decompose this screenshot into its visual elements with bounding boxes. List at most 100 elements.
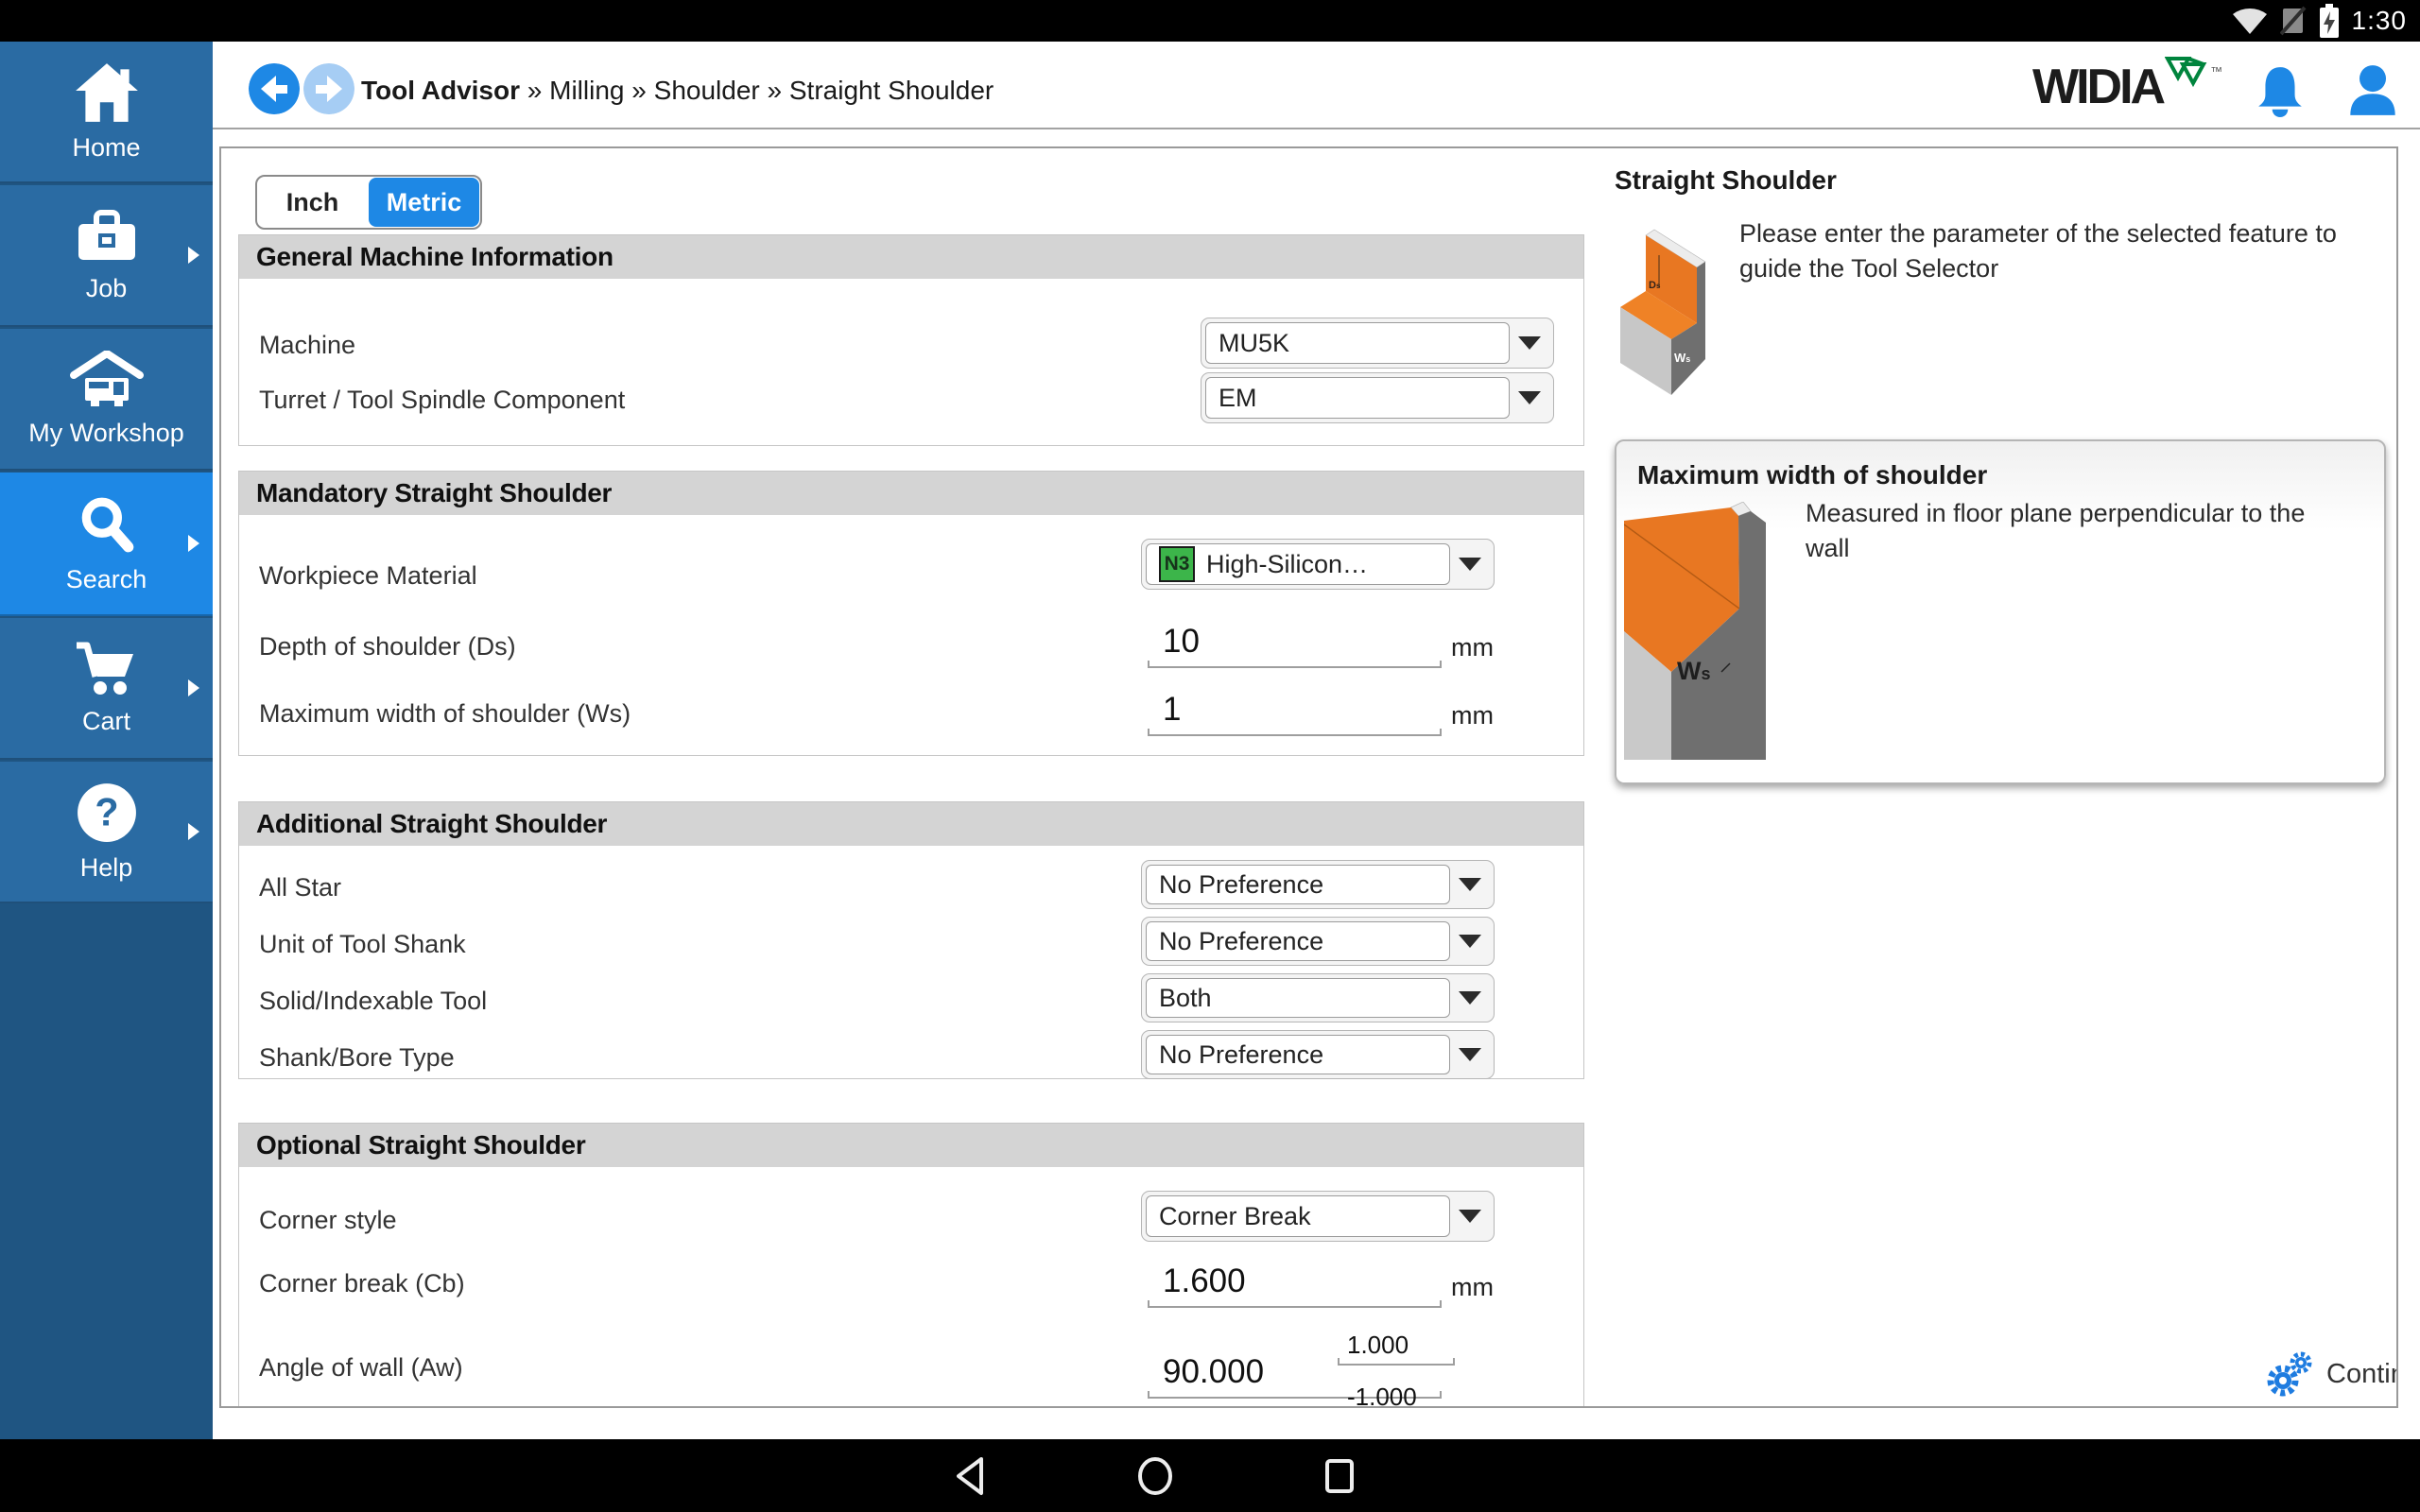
sidebar-item-help[interactable]: ? Help [0,762,213,903]
corner-break-unit: mm [1451,1273,1494,1302]
android-back-icon[interactable] [951,1454,993,1498]
no-signal-icon [2280,6,2307,36]
all-star-label: All Star [259,873,341,902]
workpiece-material-select[interactable]: N3 High-Silicon… [1141,539,1495,590]
section-header: Additional Straight Shoulder [239,802,1583,846]
chevron-down-icon [1459,1210,1481,1223]
angle-of-wall-value: 90.000 [1163,1353,1264,1391]
breadcrumb-root[interactable]: Tool Advisor [361,76,520,105]
chevron-down-icon [1459,991,1481,1005]
chevron-right-icon [188,535,199,552]
tooltip-description: Measured in floor plane perpendicular to… [1806,496,2335,566]
angle-tolerance-minus-input[interactable]: -1.000 [1338,1372,1455,1408]
chevron-down-icon [1459,878,1481,891]
angle-tolerance-minus-value: -1.000 [1347,1383,1417,1408]
svg-text:Ds: Ds [1649,280,1661,291]
turret-select[interactable]: EM [1201,372,1554,423]
header-divider [213,128,2420,129]
widia-logo-text: WIDIA [2032,62,2163,112]
section-header: Mandatory Straight Shoulder [239,472,1583,515]
tooltip-title: Maximum width of shoulder [1637,460,1987,490]
depth-of-shoulder-label: Depth of shoulder (Ds) [259,632,516,662]
solid-indexable-value: Both [1159,984,1212,1013]
breadcrumb: Tool Advisor » Milling » Shoulder » Stra… [361,76,994,106]
continue-label: Continue [2326,1359,2398,1390]
chevron-down-icon [1518,391,1541,404]
solid-indexable-select[interactable]: Both [1141,973,1495,1022]
forward-button[interactable] [303,63,354,114]
sidebar-item-label: Search [66,565,147,594]
chevron-down-icon [1459,935,1481,948]
corner-style-value: Corner Break [1159,1202,1311,1231]
cart-icon [73,641,141,697]
unit-metric-button[interactable]: Metric [369,178,479,227]
breadcrumb-straight-shoulder: Straight Shoulder [789,76,994,105]
wifi-icon [2231,6,2269,36]
max-width-diagram: Ws [1624,502,1766,762]
home-icon [72,61,142,124]
depth-of-shoulder-input[interactable]: 10 [1148,621,1442,668]
sidebar-item-my-workshop[interactable]: My Workshop [0,329,213,471]
breadcrumb-shoulder[interactable]: Shoulder [654,76,760,105]
section-header: General Machine Information [239,235,1583,279]
turret-label: Turret / Tool Spindle Component [259,386,625,415]
angle-tolerance-plus-input[interactable]: 1.000 [1338,1328,1455,1366]
turret-value: EM [1219,384,1257,413]
sidebar-item-search[interactable]: Search [0,472,213,616]
unit-inch-button[interactable]: Inch [257,177,368,228]
max-width-tooltip-card: Maximum width of shoulder Ws Measured in… [1615,439,2386,784]
max-width-input[interactable]: 1 [1148,689,1442,736]
sidebar-item-label: Home [72,133,140,163]
person-icon[interactable] [2346,64,2399,117]
material-group-badge: N3 [1159,546,1195,582]
chevron-right-icon [188,247,199,264]
solid-indexable-label: Solid/Indexable Tool [259,987,487,1016]
workshop-icon [70,351,144,409]
android-recents-icon[interactable] [1319,1454,1360,1498]
unit-of-tool-shank-select[interactable]: No Preference [1141,917,1495,966]
main-panel: Inch Metric General Machine Information … [219,146,2398,1408]
feature-description: Please enter the parameter of the select… [1739,216,2344,286]
status-bar: 1:30 [0,0,2420,42]
sidebar: Home Job My Workshop [0,42,213,1439]
chevron-down-icon [1518,336,1541,350]
chevron-right-icon [188,823,199,840]
angle-of-wall-label: Angle of wall (Aw) [259,1353,463,1383]
sidebar-item-cart[interactable]: Cart [0,618,213,760]
corner-break-value: 1.600 [1163,1263,1246,1300]
shank-bore-type-value: No Preference [1159,1040,1323,1070]
help-icon: ? [76,782,138,844]
trademark-symbol: ™ [2210,64,2222,78]
straight-shoulder-diagram: Ds Ws [1615,219,1714,399]
workpiece-material-value: High-Silicon… [1206,550,1368,579]
chevron-down-icon [1459,558,1481,571]
continue-button[interactable]: Continue [2266,1350,2398,1398]
shank-bore-type-label: Shank/Bore Type [259,1043,455,1073]
sidebar-item-home[interactable]: Home [0,42,213,183]
unit-of-tool-shank-label: Unit of Tool Shank [259,930,466,959]
corner-break-input[interactable]: 1.600 [1148,1261,1442,1308]
corner-style-select[interactable]: Corner Break [1141,1191,1495,1242]
android-home-icon[interactable] [1134,1454,1176,1498]
workpiece-material-label: Workpiece Material [259,561,477,591]
sidebar-item-label: Cart [82,707,130,736]
max-width-value: 1 [1163,691,1181,729]
search-icon [76,493,138,556]
corner-style-label: Corner style [259,1206,397,1235]
corner-break-label: Corner break (Cb) [259,1269,465,1298]
toolbox-icon [73,208,141,265]
sidebar-item-job[interactable]: Job [0,185,213,327]
depth-of-shoulder-value: 10 [1163,623,1200,661]
sidebar-item-label: My Workshop [28,419,184,448]
back-button[interactable] [249,63,300,114]
unit-toggle: Inch Metric [255,175,482,230]
max-width-unit: mm [1451,701,1494,730]
section-header: Optional Straight Shoulder [239,1124,1583,1167]
machine-label: Machine [259,331,355,360]
all-star-select[interactable]: No Preference [1141,860,1495,909]
bell-icon[interactable] [2255,64,2306,117]
machine-select[interactable]: MU5K [1201,318,1554,369]
breadcrumb-milling[interactable]: Milling [549,76,624,105]
widia-logo: WIDIA ™ [2032,62,2222,112]
shank-bore-type-select[interactable]: No Preference [1141,1030,1495,1079]
